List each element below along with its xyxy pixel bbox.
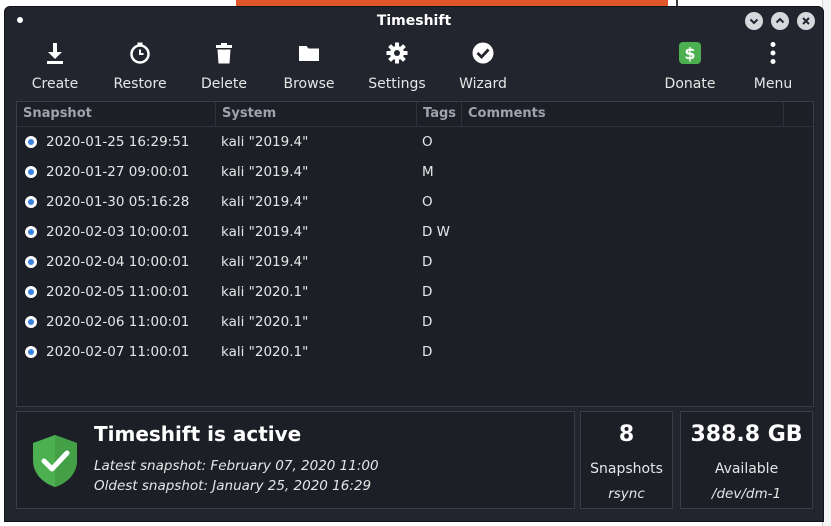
system-cell: kali "2019.4": [221, 164, 309, 180]
snapshot-date-cell: 2020-01-30 05:16:28: [46, 194, 190, 210]
available-space: 388.8 GB: [690, 422, 803, 447]
minimize-button[interactable]: [745, 12, 763, 30]
system-cell: kali "2020.1": [221, 344, 309, 360]
snapshot-date-cell: 2020-02-05 11:00:01: [46, 284, 190, 300]
dollar-icon: $: [679, 42, 701, 64]
create-label: Create: [31, 76, 79, 92]
delete-button[interactable]: Delete: [186, 41, 262, 97]
create-button[interactable]: Create: [17, 41, 93, 97]
status-title: Timeshift is active: [94, 422, 302, 446]
snapshot-status-icon: [25, 346, 37, 358]
table-row[interactable]: 2020-02-07 11:00:01 kali "2020.1" D: [17, 337, 813, 367]
close-button[interactable]: [797, 12, 815, 30]
snapshot-status-icon: [25, 136, 37, 148]
settings-button[interactable]: Settings: [359, 41, 435, 97]
window-title: Timeshift: [376, 13, 452, 29]
tags-cell: O: [422, 134, 433, 150]
tags-cell: M: [422, 164, 434, 180]
table-row[interactable]: 2020-01-30 05:16:28 kali "2019.4" O: [17, 187, 813, 217]
system-cell: kali "2019.4": [221, 134, 309, 150]
title-bar[interactable]: Timeshift: [5, 7, 823, 37]
latest-snapshot-text: Latest snapshot: February 07, 2020 11:00: [94, 458, 379, 474]
status-panel: Timeshift is active Latest snapshot: Feb…: [16, 411, 575, 509]
restore-label: Restore: [113, 76, 167, 92]
snapshot-status-icon: [25, 196, 37, 208]
system-cell: kali "2019.4": [221, 254, 309, 270]
table-row[interactable]: 2020-02-03 10:00:01 kali "2019.4" D W: [17, 217, 813, 247]
chevron-up-icon: [775, 17, 785, 24]
snapshot-count-panel: 8 Snapshots rsync: [580, 411, 673, 509]
browse-button[interactable]: Browse: [271, 41, 347, 97]
menu-button[interactable]: Menu: [735, 41, 811, 97]
snapshot-count-label: Snapshots: [590, 461, 663, 477]
snapshot-count: 8: [618, 422, 635, 447]
snapshot-date-cell: 2020-01-25 16:29:51: [46, 134, 190, 150]
svg-text:$: $: [684, 44, 695, 63]
backup-device: /dev/dm-1: [711, 486, 782, 502]
column-header-snapshot[interactable]: Snapshot: [17, 102, 216, 126]
column-header-comments[interactable]: Comments: [462, 102, 784, 126]
table-header: Snapshot System Tags Comments: [17, 102, 813, 127]
snapshot-status-icon: [25, 226, 37, 238]
snapshot-mode: rsync: [608, 486, 645, 502]
donate-label: Donate: [664, 76, 716, 92]
disk-space-panel: 388.8 GB Available /dev/dm-1: [680, 411, 813, 509]
snapshot-status-icon: [25, 256, 37, 268]
snapshot-list[interactable]: Snapshot System Tags Comments 2020-01-25…: [16, 101, 814, 407]
gear-icon: [386, 42, 408, 64]
column-header-system[interactable]: System: [216, 102, 417, 126]
tags-cell: D: [422, 344, 433, 360]
maximize-button[interactable]: [771, 12, 789, 30]
download-icon: [47, 43, 63, 64]
shield-check-icon: [33, 435, 77, 487]
snapshot-date-cell: 2020-01-27 09:00:01: [46, 164, 190, 180]
tags-cell: D: [422, 284, 433, 300]
system-cell: kali "2020.1": [221, 314, 309, 330]
system-cell: kali "2019.4": [221, 224, 309, 240]
close-icon: [802, 17, 810, 25]
oldest-snapshot-text: Oldest snapshot: January 25, 2020 16:29: [94, 478, 372, 494]
snapshot-status-icon: [25, 286, 37, 298]
folder-icon: [299, 46, 319, 61]
snapshot-date-cell: 2020-02-04 10:00:01: [46, 254, 190, 270]
tags-cell: O: [422, 194, 433, 210]
tags-cell: D: [422, 254, 433, 270]
wizard-button[interactable]: Wizard: [445, 41, 521, 97]
more-vertical-icon: [770, 42, 776, 64]
system-cell: kali "2019.4": [221, 194, 309, 210]
snapshot-date-cell: 2020-02-07 11:00:01: [46, 344, 190, 360]
settings-label: Settings: [368, 76, 426, 92]
snapshot-status-icon: [25, 166, 37, 178]
column-header-tags[interactable]: Tags: [417, 102, 462, 126]
menu-label: Menu: [753, 76, 793, 92]
table-row[interactable]: 2020-01-27 09:00:01 kali "2019.4" M: [17, 157, 813, 187]
table-row[interactable]: 2020-01-25 16:29:51 kali "2019.4" O: [17, 127, 813, 157]
delete-label: Delete: [201, 76, 247, 92]
snapshot-date-cell: 2020-02-03 10:00:01: [46, 224, 190, 240]
snapshot-date-cell: 2020-02-06 11:00:01: [46, 314, 190, 330]
donate-button[interactable]: $ Donate: [652, 41, 728, 97]
table-row[interactable]: 2020-02-06 11:00:01 kali "2020.1" D: [17, 307, 813, 337]
tags-cell: D: [422, 314, 433, 330]
snapshot-status-icon: [25, 316, 37, 328]
wizard-label: Wizard: [459, 76, 507, 92]
trash-icon: [216, 43, 232, 64]
system-cell: kali "2020.1": [221, 284, 309, 300]
restore-button[interactable]: Restore: [102, 41, 178, 97]
checkmark-circle-icon: [472, 42, 494, 64]
clock-icon: [130, 42, 150, 64]
toolbar: Create Restore Delete Browse Settings Wi…: [5, 37, 823, 99]
timeshift-window: Timeshift Create Restore Delete Browse S…: [4, 6, 824, 522]
chevron-down-icon: [749, 18, 759, 25]
browse-label: Browse: [283, 76, 335, 92]
table-row[interactable]: 2020-02-05 11:00:01 kali "2020.1" D: [17, 277, 813, 307]
table-row[interactable]: 2020-02-04 10:00:01 kali "2019.4" D: [17, 247, 813, 277]
tags-cell: D W: [422, 224, 451, 240]
available-space-label: Available: [714, 461, 779, 477]
